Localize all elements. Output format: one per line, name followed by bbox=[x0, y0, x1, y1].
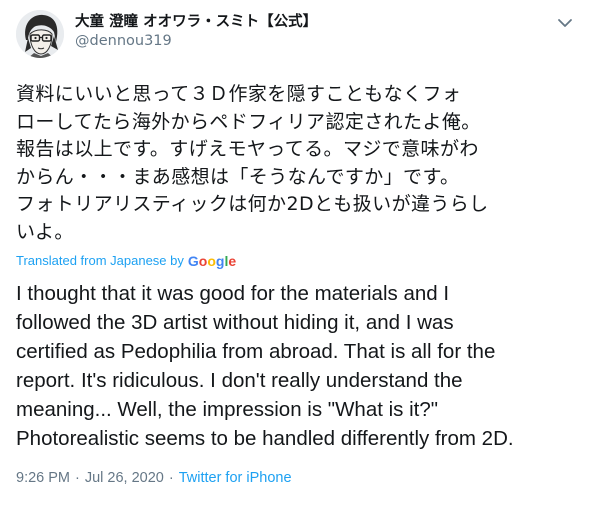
meta-separator: · bbox=[75, 470, 80, 486]
tweet-original-text: 資料にいいと思って３Ｄ作家を隠すこともなくフォ ローしてたら海外からペドフィリア… bbox=[16, 83, 489, 243]
author-names: 大童 澄瞳 オオワラ・スミト【公式】 @dennou319 bbox=[75, 12, 317, 51]
translated-label: Translated from Japanese by bbox=[16, 253, 184, 268]
tweet-card: 大童 澄瞳 オオワラ・スミト【公式】 @dennou319 資料にいいと思って３… bbox=[0, 0, 598, 515]
tweet-time[interactable]: 9:26 PM bbox=[16, 469, 70, 487]
display-name[interactable]: 大童 澄瞳 オオワラ・スミト【公式】 bbox=[75, 12, 317, 32]
avatar[interactable] bbox=[16, 10, 64, 58]
tweet-translated-text: I thought that it was good for the mater… bbox=[16, 282, 514, 450]
meta-separator: · bbox=[168, 470, 174, 486]
handle[interactable]: @dennou319 bbox=[75, 32, 317, 51]
tweet-header: 大童 澄瞳 オオワラ・スミト【公式】 @dennou319 bbox=[16, 9, 582, 67]
translation-attribution[interactable]: Translated from Japanese by Google bbox=[16, 253, 582, 269]
chevron-down-icon[interactable] bbox=[556, 15, 574, 29]
avatar-illustration bbox=[16, 10, 64, 58]
google-logo-letter: e bbox=[228, 253, 237, 269]
tweet-date[interactable]: Jul 26, 2020 bbox=[85, 469, 164, 487]
google-logo-letter: o bbox=[207, 253, 216, 269]
tweet-meta: 9:26 PM · Jul 26, 2020 · Twitter for iPh… bbox=[16, 469, 582, 487]
google-logo-letter: G bbox=[187, 253, 199, 269]
tweet-source[interactable]: Twitter for iPhone bbox=[179, 469, 292, 487]
google-logo: Google bbox=[188, 253, 236, 269]
